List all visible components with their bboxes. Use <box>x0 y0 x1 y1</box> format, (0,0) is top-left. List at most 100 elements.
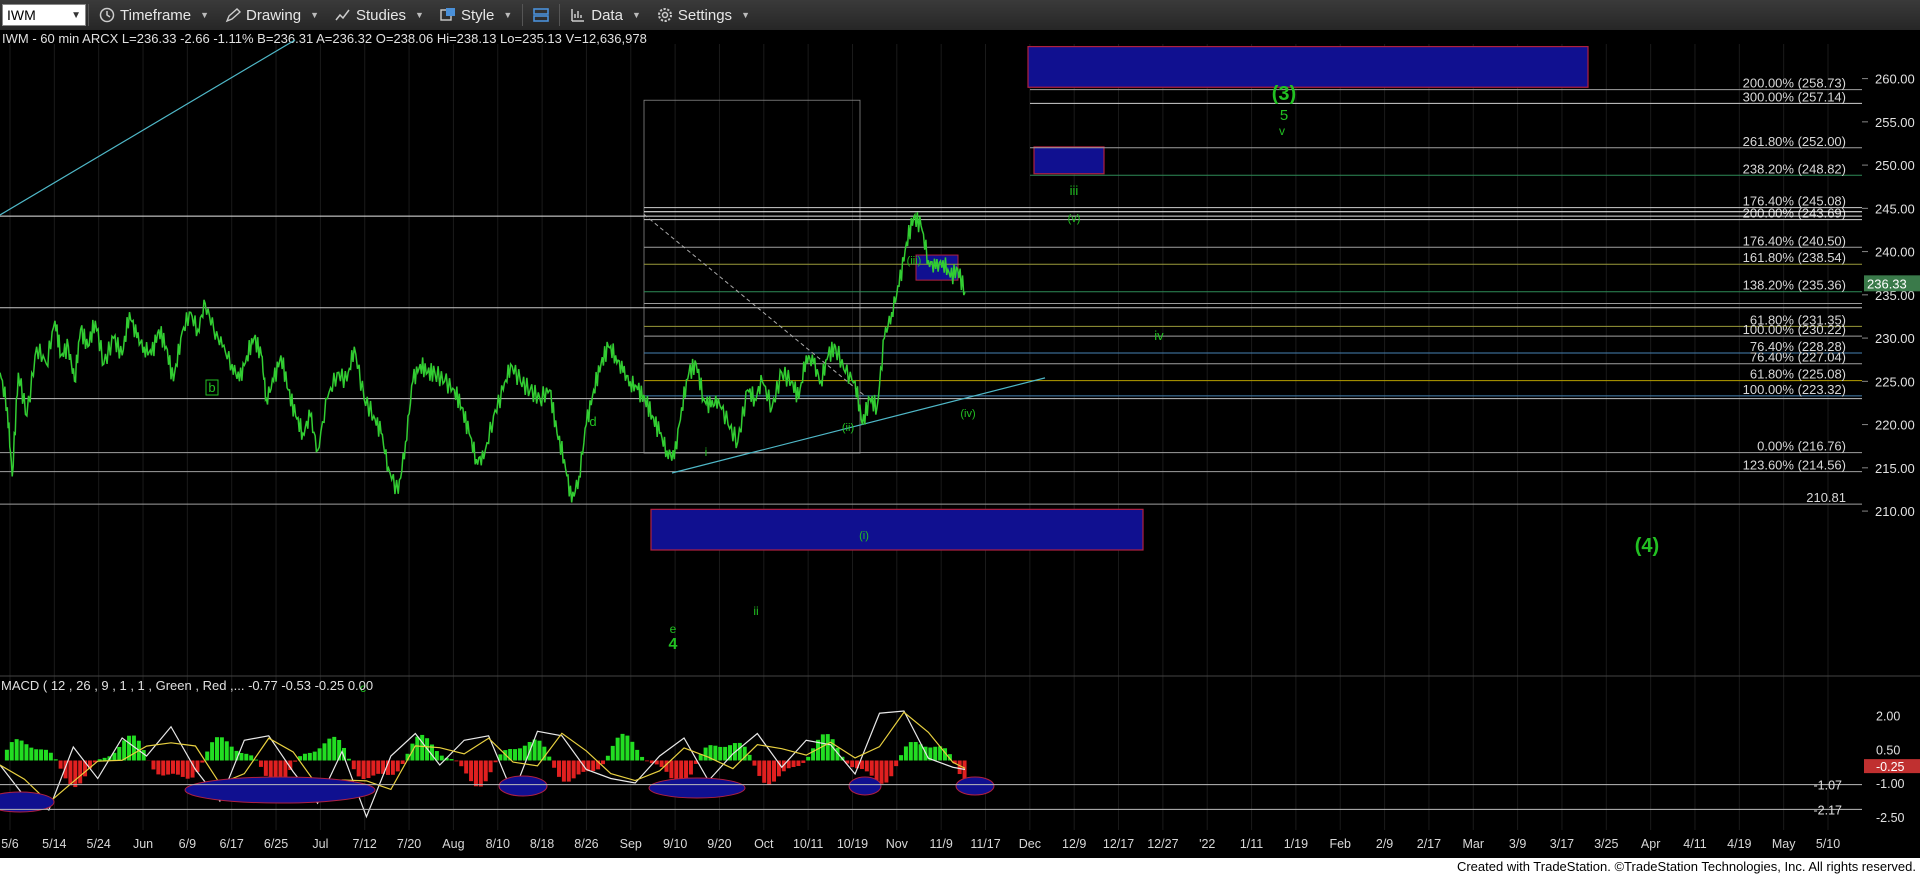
y-tick-label: 230.00 <box>1875 331 1915 346</box>
y-tick-label: 215.00 <box>1875 461 1915 476</box>
price-chart[interactable]: IWM - 60 min ARCX L=236.33 -2.66 -1.11% … <box>0 30 1920 858</box>
macd-histogram-bar <box>889 760 894 777</box>
macd-histogram-bar <box>175 760 180 775</box>
data-button[interactable]: Data ▼ <box>562 3 649 27</box>
x-tick-label: 9/10 <box>663 837 687 851</box>
y-tick-label: 240.00 <box>1875 245 1915 260</box>
macd-histogram-bar <box>517 748 522 761</box>
macd-histogram-bar <box>659 760 664 767</box>
x-tick-label: 4/19 <box>1727 837 1751 851</box>
fib-label: 100.00% (230.22) <box>1743 322 1846 337</box>
macd-histogram-bar <box>29 747 34 761</box>
macd-histogram-bar <box>879 760 884 784</box>
wave3-target-box <box>1027 45 1589 88</box>
macd-histogram-bar <box>224 741 229 761</box>
wave-label: (iii) <box>907 255 922 267</box>
fib-label: 210.81 <box>1806 490 1846 505</box>
macd-histogram-bar <box>73 760 78 788</box>
macd-histogram-bar <box>43 749 48 761</box>
x-tick-label: 1/19 <box>1284 837 1308 851</box>
macd-histogram-bar <box>513 749 518 761</box>
fib-label: 200.00% (258.73) <box>1743 76 1846 91</box>
fib-label: 300.00% (257.14) <box>1743 89 1846 104</box>
macd-histogram-bar <box>850 760 855 768</box>
macd-histogram-bar <box>605 755 610 761</box>
fib-label: 123.60% (214.56) <box>1743 458 1846 473</box>
macd-histogram-bar <box>307 752 312 761</box>
layout-button[interactable] <box>525 3 557 27</box>
data-icon <box>571 9 585 22</box>
style-button[interactable]: Style ▼ <box>432 3 520 27</box>
x-tick-label: 6/25 <box>264 837 288 851</box>
clock-icon <box>99 7 115 23</box>
settings-label: Settings <box>677 6 733 24</box>
macd-histogram-bar <box>561 760 566 782</box>
timeframe-label: Timeframe <box>120 6 192 24</box>
drawing-button[interactable]: Drawing ▼ <box>217 3 327 27</box>
macd-histogram-bar <box>488 760 493 773</box>
macd-histogram-bar <box>796 760 801 766</box>
macd-histogram-bar <box>351 760 356 770</box>
studies-button[interactable]: Studies ▼ <box>327 3 432 27</box>
macd-histogram-bar <box>244 753 249 761</box>
macd-histogram-bar <box>390 760 395 775</box>
macd-histogram-bar <box>19 740 24 761</box>
macd-histogram-bar <box>214 737 219 761</box>
x-tick-label: 10/19 <box>837 837 868 851</box>
macd-histogram-bar <box>415 736 420 761</box>
macd-histogram-bar <box>644 760 649 762</box>
macd-histogram-bar <box>263 760 268 776</box>
macd-histogram-bar <box>34 749 39 761</box>
macd-histogram-bar <box>772 760 776 782</box>
macd-axis-label: -1.00 <box>1876 777 1905 791</box>
macd-histogram-bar <box>913 741 918 761</box>
macd-histogram-bar <box>24 744 29 761</box>
macd-histogram-bar <box>718 746 723 761</box>
wave-v-target-box <box>1033 146 1105 175</box>
macd-histogram-bar <box>483 760 488 782</box>
macd-axis-label: 2.00 <box>1876 710 1900 724</box>
macd-histogram-bar <box>571 760 576 779</box>
x-tick-label: 7/12 <box>353 837 377 851</box>
toolbar-separator <box>522 4 524 26</box>
wave-label: (v) <box>1068 213 1081 225</box>
drawing-label: Drawing <box>246 6 302 24</box>
macd-histogram-bar <box>200 760 205 763</box>
x-tick-label: 5/6 <box>1 837 18 851</box>
wave-label: e <box>670 622 677 636</box>
chevron-down-icon: ▼ <box>71 9 81 21</box>
x-tick-label: Aug <box>442 837 464 851</box>
fib-label: 0.00% (216.76) <box>1757 439 1846 454</box>
macd-histogram-bar <box>332 736 337 761</box>
pencil-icon <box>225 8 242 23</box>
symbol-input[interactable]: IWM ▼ <box>2 4 86 26</box>
x-tick-label: Nov <box>886 837 909 851</box>
macd-histogram-bar <box>791 760 796 768</box>
macd-histogram-bar <box>39 749 44 761</box>
x-tick-label: 6/17 <box>220 837 244 851</box>
timeframe-button[interactable]: Timeframe ▼ <box>91 3 217 27</box>
macd-histogram-bar <box>327 738 332 761</box>
macd-histogram-bar <box>312 751 317 761</box>
style-label: Style <box>460 6 495 24</box>
wave-label: 5 <box>1280 107 1288 124</box>
x-tick-label: 5/24 <box>87 837 111 851</box>
symbol-value: IWM <box>7 7 36 23</box>
macd-histogram-bar <box>420 734 425 761</box>
macd-histogram-bar <box>620 733 625 761</box>
macd-histogram-bar <box>53 759 58 761</box>
macd-histogram-bar <box>4 749 9 761</box>
y-tick-label: 255.00 <box>1875 115 1915 130</box>
macd-histogram-bar <box>395 760 400 772</box>
macd-histogram-bar <box>522 745 527 761</box>
macd-histogram-bar <box>449 759 454 761</box>
macd-histogram-bar <box>376 760 381 774</box>
macd-histogram-bar <box>302 753 307 761</box>
layout-icon <box>533 8 550 22</box>
settings-button[interactable]: Settings ▼ <box>649 3 758 27</box>
macd-histogram-bar <box>122 740 127 761</box>
macd-low-ellipse <box>848 776 882 796</box>
macd-axis-label: -2.17 <box>1814 803 1843 817</box>
macd-histogram-bar <box>908 742 913 761</box>
fib-label: 200.00% (243.69) <box>1743 206 1846 221</box>
